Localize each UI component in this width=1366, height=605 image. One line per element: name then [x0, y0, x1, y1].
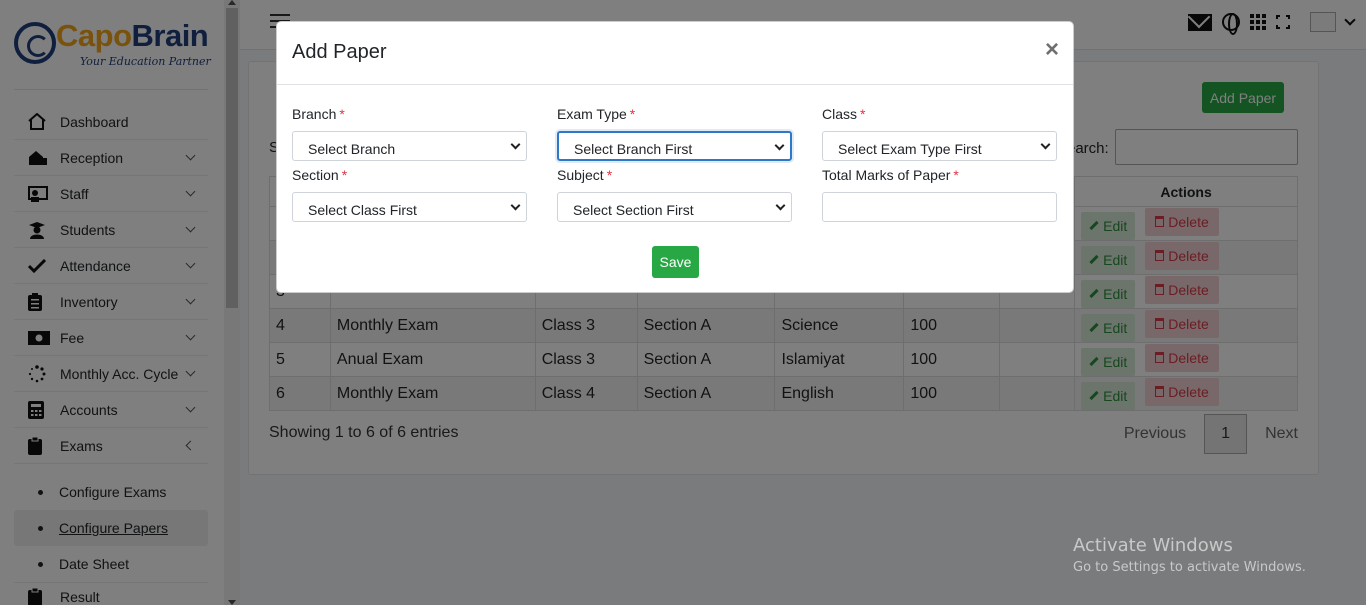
- branch-field: Branch * Select Branch: [292, 106, 527, 161]
- section-field: Section * Select Class First: [292, 167, 527, 222]
- section-select[interactable]: Select Class First: [292, 192, 527, 222]
- watermark-title: Activate Windows: [1073, 535, 1233, 556]
- exam-type-select[interactable]: Select Branch First: [557, 131, 792, 161]
- field-label: Subject *: [557, 167, 613, 183]
- class-field: Class * Select Exam Type First: [822, 106, 1057, 161]
- windows-activation-watermark: Activate Windows Go to Settings to activ…: [1073, 535, 1306, 575]
- chevron-down-icon: [510, 139, 521, 150]
- chevron-down-icon: [775, 200, 786, 211]
- exam-type-field: Exam Type * Select Branch First: [557, 106, 792, 161]
- save-button[interactable]: Save: [652, 246, 699, 278]
- add-paper-modal: Add Paper × Branch * Select Branch Exam T…: [276, 21, 1074, 293]
- modal-header: Add Paper ×: [277, 22, 1073, 85]
- chevron-down-icon: [1040, 139, 1051, 150]
- subject-field: Subject * Select Section First: [557, 167, 792, 222]
- total-marks-field: Total Marks of Paper *: [822, 167, 1057, 222]
- field-label: Total Marks of Paper *: [822, 167, 959, 183]
- field-label: Section *: [292, 167, 348, 183]
- field-label: Class *: [822, 106, 866, 122]
- branch-select[interactable]: Select Branch: [292, 131, 527, 161]
- field-label: Exam Type *: [557, 106, 636, 122]
- chevron-down-icon: [510, 200, 521, 211]
- class-select[interactable]: Select Exam Type First: [822, 131, 1057, 161]
- field-label: Branch *: [292, 106, 345, 122]
- watermark-subtitle: Go to Settings to activate Windows.: [1073, 560, 1306, 575]
- modal-title: Add Paper: [292, 41, 387, 63]
- total-marks-input[interactable]: [822, 192, 1057, 222]
- chevron-down-icon: [774, 140, 785, 151]
- subject-select[interactable]: Select Section First: [557, 192, 792, 222]
- close-button[interactable]: ×: [1045, 38, 1059, 62]
